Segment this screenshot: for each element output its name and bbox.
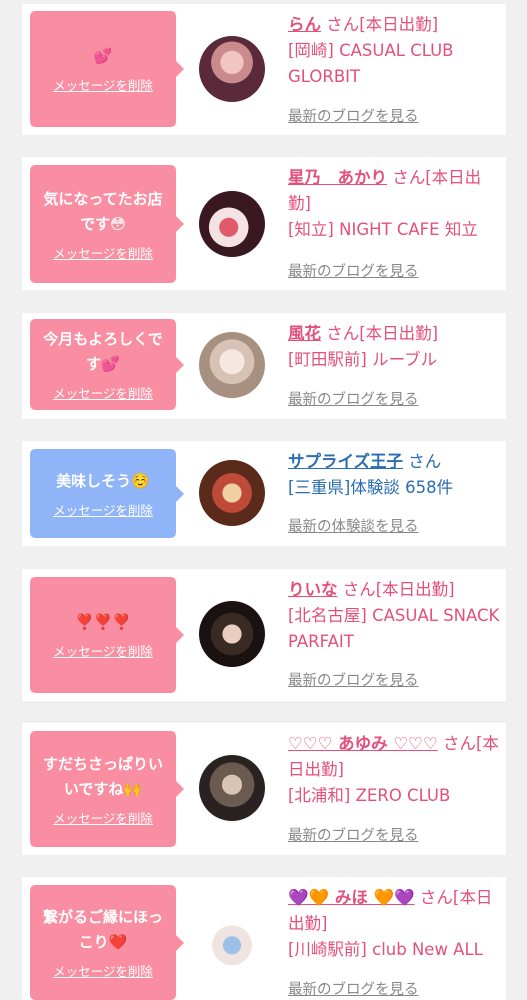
message-bubble: 💕 メッセージを削除: [30, 11, 184, 127]
profile-info: 星乃 あかり さん[本日出勤] [知立] NIGHT CAFE 知立: [288, 165, 500, 243]
message-bubble: 美味しそう☺️ メッセージを削除: [30, 449, 184, 538]
delete-message-link[interactable]: メッセージを削除: [53, 961, 153, 980]
shop-name: [町田駅前] ルーブル: [288, 350, 438, 369]
avatar[interactable]: [199, 909, 265, 975]
name-suffix: さん[本日出勤]: [342, 580, 455, 599]
message-text: 美味しそう☺️: [56, 471, 150, 490]
name-suffix: さん: [408, 452, 442, 471]
shop-name: [岡崎] CASUAL CLUB GLORBIT: [288, 41, 454, 86]
avatar[interactable]: [199, 36, 265, 102]
profile-name-link[interactable]: 💜🧡 みほ 🧡💜: [288, 888, 415, 907]
profile-info: 風花 さん[本日出勤] [町田駅前] ルーブル: [288, 321, 500, 373]
list-item: すだちさっぱりいいですね🙌 メッセージを削除 ♡♡♡ あゆみ ♡♡♡ さん[本日…: [22, 723, 506, 855]
shop-name: [北浦和] ZERO CLUB: [288, 786, 451, 805]
message-text: 気になってたお店です😳: [43, 189, 163, 233]
message-bubble: 今月もよろしくです💕 メッセージを削除: [30, 319, 184, 410]
list-item: 気になってたお店です😳 メッセージを削除 星乃 あかり さん[本日出勤] [知立…: [22, 157, 506, 290]
avatar[interactable]: [199, 755, 265, 821]
latest-blog-link[interactable]: 最新のブログを見る: [288, 388, 419, 409]
avatar[interactable]: [199, 601, 265, 667]
profile-name-link[interactable]: 風花: [288, 324, 321, 343]
shop-name: [川崎駅前] club New ALL: [288, 940, 483, 959]
profile-info: らん さん[本日出勤] [岡崎] CASUAL CLUB GLORBIT: [288, 12, 500, 90]
latest-blog-link[interactable]: 最新のブログを見る: [288, 824, 419, 845]
list-item: 今月もよろしくです💕 メッセージを削除 風花 さん[本日出勤] [町田駅前] ル…: [22, 313, 506, 419]
delete-message-link[interactable]: メッセージを削除: [53, 500, 153, 519]
delete-message-link[interactable]: メッセージを削除: [53, 808, 153, 827]
shop-name: [三重県]体験談 658件: [288, 478, 454, 497]
message-bubble: ❣️❣️❣️ メッセージを削除: [30, 577, 184, 693]
delete-message-link[interactable]: メッセージを削除: [53, 243, 153, 262]
delete-message-link[interactable]: メッセージを削除: [53, 641, 153, 660]
avatar[interactable]: [199, 332, 265, 398]
profile-name-link[interactable]: 星乃 あかり: [288, 168, 387, 187]
latest-blog-link[interactable]: 最新のブログを見る: [288, 105, 419, 126]
list-item: 💕 メッセージを削除 らん さん[本日出勤] [岡崎] CASUAL CLUB …: [22, 4, 506, 135]
delete-message-link[interactable]: メッセージを削除: [53, 75, 153, 94]
avatar[interactable]: [199, 460, 265, 526]
avatar[interactable]: [199, 191, 265, 257]
name-suffix: さん[本日出勤]: [326, 15, 439, 34]
latest-blog-link[interactable]: 最新のブログを見る: [288, 260, 419, 281]
list-item: 繋がるご縁にほっこり❤️ メッセージを削除 💜🧡 みほ 🧡💜 さん[本日出勤] …: [22, 877, 506, 1000]
profile-name-link[interactable]: らん: [288, 15, 321, 34]
message-text: 繋がるご縁にほっこり❤️: [42, 908, 163, 951]
list-item: ❣️❣️❣️ メッセージを削除 りいな さん[本日出勤] [北名古屋] CASU…: [22, 569, 506, 701]
message-list: 💕 メッセージを削除 らん さん[本日出勤] [岡崎] CASUAL CLUB …: [0, 0, 527, 1000]
message-text: 今月もよろしくです💕: [43, 330, 163, 373]
profile-info: ♡♡♡ あゆみ ♡♡♡ さん[本日出勤] [北浦和] ZERO CLUB: [288, 731, 500, 809]
latest-blog-link[interactable]: 最新のブログを見る: [288, 669, 419, 690]
profile-name-link[interactable]: サプライズ王子: [288, 452, 403, 471]
message-text: ❣️❣️❣️: [74, 613, 132, 631]
profile-name-link[interactable]: りいな: [288, 580, 338, 599]
latest-blog-link[interactable]: 最新のブログを見る: [288, 978, 419, 999]
message-bubble: 気になってたお店です😳 メッセージを削除: [30, 165, 184, 283]
shop-name: [北名古屋] CASUAL SNACK PARFAIT: [288, 606, 500, 651]
profile-name-link[interactable]: ♡♡♡ あゆみ ♡♡♡: [288, 734, 438, 753]
shop-name: [知立] NIGHT CAFE 知立: [288, 220, 478, 239]
message-bubble: すだちさっぱりいいですね🙌 メッセージを削除: [30, 731, 184, 847]
profile-info: りいな さん[本日出勤] [北名古屋] CASUAL SNACK PARFAIT: [288, 577, 500, 655]
list-item: 美味しそう☺️ メッセージを削除 サプライズ王子 さん [三重県]体験談 658…: [22, 441, 506, 546]
profile-info: サプライズ王子 さん [三重県]体験談 658件: [288, 449, 500, 501]
name-suffix: さん[本日出勤]: [326, 324, 439, 343]
message-bubble: 繋がるご縁にほっこり❤️ メッセージを削除: [30, 885, 184, 1000]
delete-message-link[interactable]: メッセージを削除: [53, 383, 153, 402]
message-text: すだちさっぱりいいですね🙌: [42, 754, 163, 798]
latest-review-link[interactable]: 最新の体験談を見る: [288, 515, 419, 536]
message-text: 💕: [93, 47, 113, 65]
profile-info: 💜🧡 みほ 🧡💜 さん[本日出勤] [川崎駅前] club New ALL: [288, 885, 500, 963]
